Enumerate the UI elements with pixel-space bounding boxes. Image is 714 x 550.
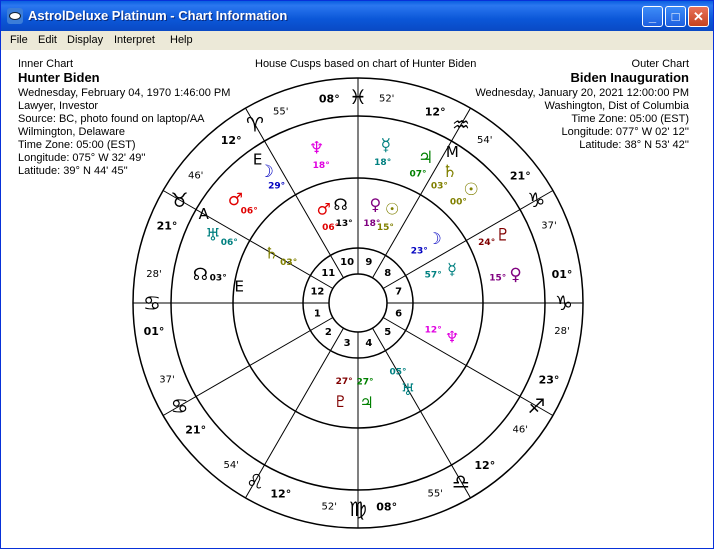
inner-planet-degree: 27° (356, 378, 373, 388)
house-number: 3 (344, 338, 351, 349)
cusp-sign-icon: ♐ (527, 394, 545, 418)
house-number: 4 (365, 338, 372, 349)
inner-planet-degree: 23° (411, 247, 428, 257)
cusp-minute: 37' (541, 220, 556, 231)
cusp-minute: 54' (223, 460, 238, 471)
cusp-minute: 55' (273, 107, 288, 118)
angle-marker-e: E (253, 151, 262, 169)
outer-planet-degree: 29° (268, 182, 285, 192)
house-number: 12 (310, 287, 324, 298)
inner-planet-glyph: ♂ (317, 200, 331, 219)
house-number: 5 (384, 327, 391, 338)
cusp-minute: 46' (188, 171, 203, 182)
outer-planet-glyph: ☿ (381, 135, 391, 155)
house-number: 7 (395, 287, 402, 298)
cusp-minute: 37' (159, 375, 174, 386)
cusp-minute: 28' (554, 326, 569, 337)
cusp-minute: 54' (477, 135, 492, 146)
inner-planet-glyph: ♀ (370, 195, 382, 214)
ascendant-marker: A (199, 205, 210, 223)
house-cusp-line (162, 317, 334, 416)
house-number: 9 (365, 257, 372, 268)
outer-planet-glyph: ♄ (442, 162, 457, 182)
inner-planet-degree: 57° (425, 271, 442, 281)
outer-planet-degree: 06° (241, 207, 258, 217)
inner-planet-glyph: ♇ (333, 392, 347, 411)
house-number: 2 (325, 327, 332, 338)
cusp-degree: 12° (474, 459, 495, 472)
cusp-minute: 52' (322, 502, 337, 513)
outer-planet-degree: 15° (489, 273, 506, 283)
outer-planet-glyph: ♆ (309, 139, 324, 159)
inner-planet-glyph: ♅ (401, 380, 415, 399)
cusp-sign-icon: ♓ (349, 85, 367, 109)
inner-planet-degree: 27° (336, 377, 353, 387)
outer-planet-degree: 03° (431, 182, 448, 192)
cusp-degree: 21° (510, 170, 531, 183)
cusp-sign-icon: ♒ (452, 113, 470, 137)
outer-planet-degree: 24° (478, 238, 495, 248)
inner-planet-glyph: ☽ (427, 229, 441, 248)
cusp-minute: 52' (379, 94, 394, 105)
inner-planet-glyph: ♄ (264, 244, 278, 263)
inner-planet-glyph: ☿ (447, 259, 457, 278)
cusp-degree: 21° (185, 423, 206, 436)
inner-planet-glyph: ♃ (360, 393, 374, 412)
outer-planet-degree: 03° (210, 273, 227, 283)
cusp-sign-icon: ♉ (171, 188, 189, 212)
house-number: 10 (340, 257, 354, 268)
outer-planet-degree: 06° (221, 238, 238, 248)
outer-planet-glyph: ♅ (205, 225, 220, 245)
outer-planet-degree: 07° (409, 169, 426, 179)
cusp-degree: 23° (539, 374, 560, 387)
cusp-degree: 01° (144, 325, 165, 338)
natal-chart-wheel[interactable]: ♓ 08° 52' ♒ 12° 54' ♑ 21° 37' ♑ 01° 28' ♐ 23° 46' ♎ 12° 5… (1, 1, 714, 550)
cusp-degree: 08° (319, 93, 340, 106)
outer-planet-glyph: ♀ (509, 265, 521, 285)
cusp-sign-icon: ♍ (349, 497, 367, 521)
outer-planet-glyph: ♇ (495, 225, 510, 245)
cusp-degree: 08° (376, 501, 397, 514)
cusp-degree: 21° (157, 219, 178, 232)
outer-planet-degree: 18° (313, 161, 330, 171)
cusp-degree: 12° (270, 488, 291, 501)
cusp-sign-icon: ♑ (555, 291, 573, 315)
cusp-sign-icon: ♑ (527, 188, 545, 212)
cusp-sign-icon: ♌ (246, 469, 264, 493)
cusp-degree: 01° (552, 268, 573, 281)
outer-planet-glyph: ♃ (418, 148, 433, 168)
cusp-sign-icon: ♎ (452, 469, 470, 493)
inner-planet-glyph: ☊ (333, 195, 347, 214)
outer-planet-degree: 18° (374, 158, 391, 168)
outer-planet-degree: 00° (450, 198, 467, 208)
house-number: 11 (321, 268, 335, 279)
inner-planet-degree: 12° (425, 325, 442, 335)
center-circle (328, 273, 388, 333)
house-number: 1 (314, 308, 321, 319)
house-number: 8 (384, 268, 391, 279)
inner-planet-glyph: ☉ (385, 200, 399, 219)
inner-planet-degree: 15° (377, 223, 394, 233)
cusp-degree: 12° (425, 106, 446, 119)
cusp-minute: 46' (513, 424, 528, 435)
cusp-sign-icon: ♈ (246, 113, 264, 137)
cusp-sign-icon: ♋ (143, 291, 161, 315)
cusp-minute: 55' (427, 489, 442, 500)
midheaven-marker: M (446, 143, 459, 161)
inner-planet-degree: 03° (280, 258, 297, 268)
outer-planet-glyph: ☊ (193, 265, 208, 285)
inner-planet-degree: 05° (389, 367, 406, 377)
inner-planet-glyph: ♆ (445, 328, 459, 347)
house-number: 6 (395, 308, 402, 319)
cusp-sign-icon: ♋ (171, 394, 189, 418)
cusp-degree: 12° (221, 134, 242, 147)
angle-marker-e: E (234, 277, 243, 295)
app-window: AstrolDeluxe Platinum - Chart Informatio… (0, 0, 714, 549)
inner-planet-degree: 13° (336, 219, 353, 229)
cusp-minute: 28' (146, 269, 161, 280)
house-cusp-line (162, 190, 334, 289)
